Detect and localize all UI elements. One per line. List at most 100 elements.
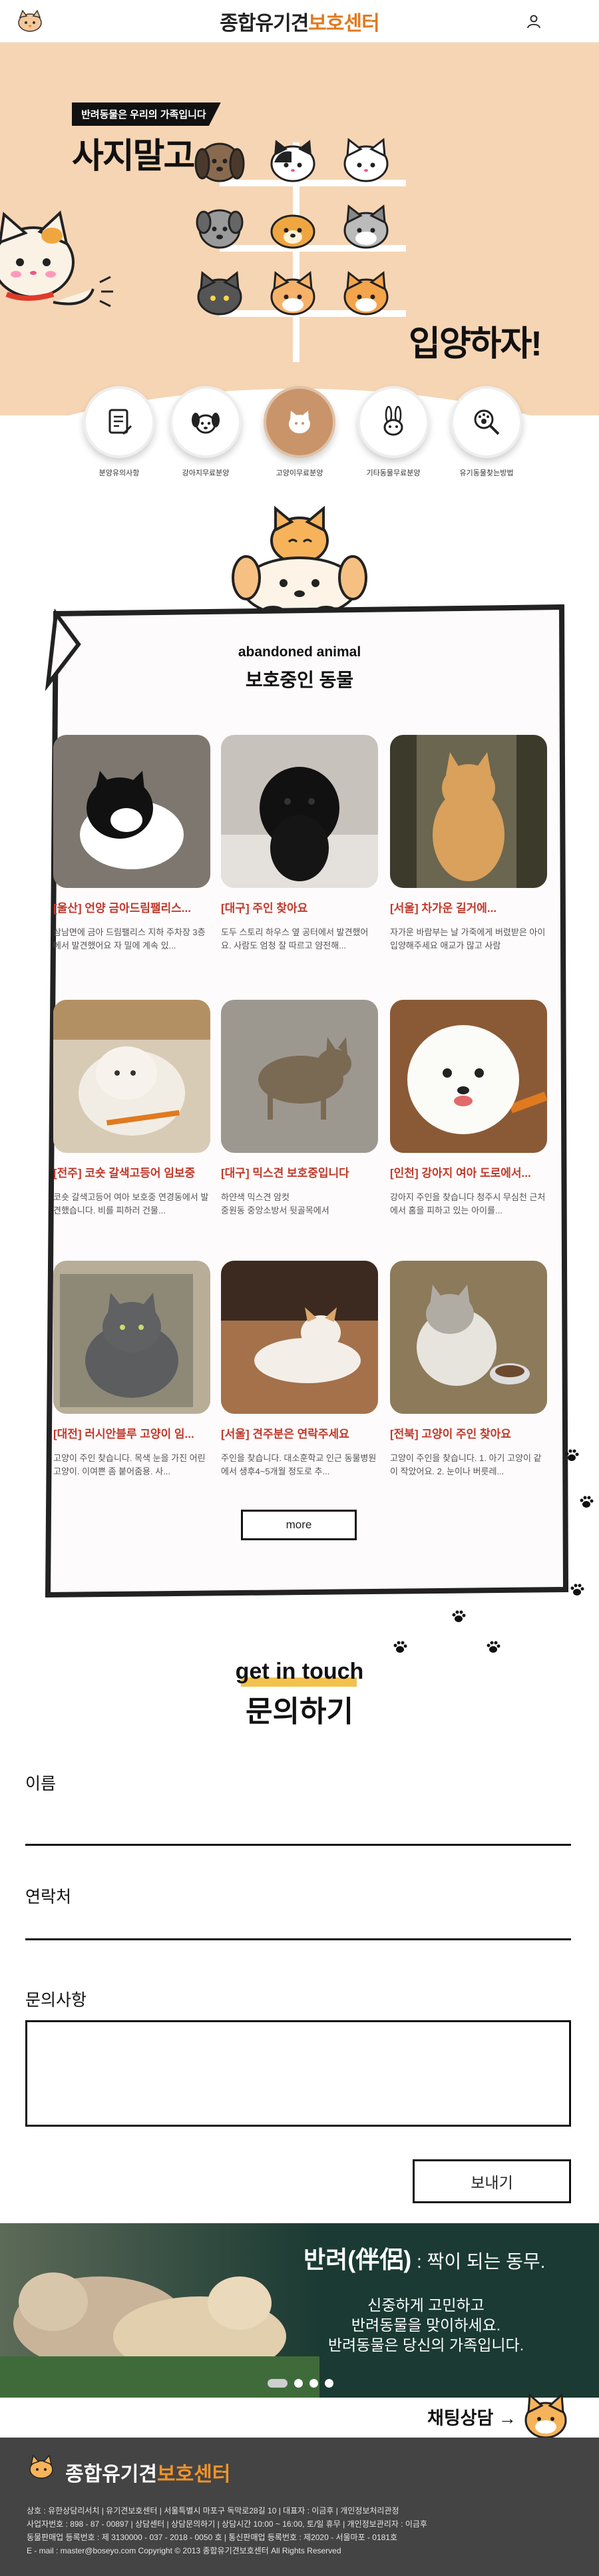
hero-headline-left: 사지말고 bbox=[72, 137, 195, 176]
paw-icon bbox=[570, 1584, 584, 1596]
category-nav: 분양유의사항 강아지무료분양 고양이무료분양 기타동물무료분양 유기동물찾는방법 bbox=[0, 386, 599, 479]
hero-headline-right: 입양하자! bbox=[409, 325, 542, 363]
paw-icon bbox=[452, 1610, 466, 1622]
animal-photo bbox=[390, 1261, 547, 1414]
category-item-find[interactable]: 유기동물찾는방법 bbox=[447, 386, 526, 478]
pet-faces-illustration bbox=[194, 138, 389, 316]
category-label: 분양유의사항 bbox=[99, 469, 140, 477]
category-circle bbox=[357, 386, 429, 458]
category-circle bbox=[170, 386, 242, 458]
slide-dot[interactable] bbox=[309, 2379, 318, 2388]
category-item-notice[interactable]: 분양유의사항 bbox=[80, 386, 158, 478]
category-item-other[interactable]: 기타동물무료분양 bbox=[354, 386, 433, 478]
card-title: [인천] 강아지 여아 도로에서... bbox=[390, 1167, 531, 1180]
name-label: 이름 bbox=[25, 1775, 57, 1793]
paw-icon bbox=[487, 1641, 500, 1653]
card-desc: 주인을 찾습니다. 대소훈학교 인근 동물병원에서 생후4~5개월 정도로 추.… bbox=[221, 1453, 377, 1476]
cat-mascot-illustration bbox=[0, 210, 113, 308]
phone-field[interactable] bbox=[25, 1938, 571, 1940]
card-title: [서울] 견주분은 연락주세요 bbox=[221, 1428, 349, 1440]
user-icon[interactable] bbox=[526, 13, 542, 29]
animal-card[interactable]: [전북] 고양이 주인 찾아요 고양이 주인을 찾습니다. 1. 아기 고양이 … bbox=[390, 1261, 547, 1478]
card-desc: 고양이 주인을 찾습니다. 1. 아기 고양이 같이 작았어요. 2. 눈이나 … bbox=[390, 1453, 542, 1476]
card-title: [대구] 믹스견 보호중입니다 bbox=[221, 1167, 349, 1180]
card-desc: 자가운 바람부는 날 가죽에게 버렸받은 아이 입양해주세요 애교가 많고 사람 bbox=[390, 927, 546, 951]
card-title: [전북] 고양이 주인 찾아요 bbox=[390, 1428, 511, 1440]
category-circle-active bbox=[264, 386, 335, 458]
site-title-part2: 보호센터 bbox=[308, 11, 379, 35]
banner-title: 반려(伴侶) : 짝이 되는 동무. bbox=[303, 2241, 545, 2275]
animal-photo bbox=[390, 735, 547, 888]
site-title-part1: 종합유기견 bbox=[220, 11, 309, 35]
hero-banner: 반려동물은 우리의 가족입니다 사지말고 입양하자! bbox=[0, 43, 599, 415]
category-circle bbox=[83, 386, 155, 458]
animal-photo bbox=[53, 735, 210, 888]
animal-photo bbox=[221, 735, 378, 888]
card-title: [대구] 주인 찾아요 bbox=[221, 902, 308, 915]
footer-info: 상호 : 유한상담리서치 | 유기견보호센터 | 서울특별시 마포구 독막로28… bbox=[27, 2504, 427, 2557]
animal-card[interactable]: [인천] 강아지 여아 도로에서... 강아지 주인을 찾습니다 청주시 무심천… bbox=[390, 1000, 547, 1217]
animal-photo bbox=[53, 1261, 210, 1414]
category-label: 기타동물무료분양 bbox=[366, 469, 421, 477]
chat-consult-button[interactable]: 채팅상담 → bbox=[427, 2396, 516, 2436]
site-title[interactable]: 종합유기견보호센터 bbox=[220, 7, 379, 36]
cat-chat-icon[interactable] bbox=[518, 2392, 571, 2440]
slide-dot[interactable] bbox=[294, 2379, 303, 2388]
card-desc: 강아지 주인을 찾습니다 청주시 무심천 근처에서 홈을 피하고 있는 아이를.… bbox=[390, 1192, 546, 1215]
slide-dot-active[interactable] bbox=[268, 2379, 288, 2388]
phone-label: 연락처 bbox=[25, 1888, 72, 1906]
category-circle bbox=[451, 386, 522, 458]
footer-line: 상호 : 유한상담리서치 | 유기견보호센터 | 서울특별시 마포구 독막로28… bbox=[27, 2506, 399, 2515]
name-field[interactable] bbox=[25, 1844, 571, 1846]
footer: 종합유기견보호센터 상호 : 유한상담리서치 | 유기견보호센터 | 서울특별시… bbox=[0, 2438, 599, 2576]
animal-photo bbox=[390, 1000, 547, 1153]
slide-indicator bbox=[268, 2379, 333, 2388]
slide-dot[interactable] bbox=[325, 2379, 333, 2388]
category-item-cat[interactable]: 고양이무료분양 bbox=[260, 386, 339, 478]
banner-line: 신중하게 고민하고 bbox=[367, 2296, 485, 2314]
inquiry-label: 문의사항 bbox=[25, 1991, 87, 2010]
animal-card[interactable]: [서울] 차가운 길거에... 자가운 바람부는 날 가죽에게 버렸받은 아이 … bbox=[390, 735, 547, 953]
cat-icon bbox=[289, 411, 310, 433]
banner-title-sub: : 짝이 되는 동무. bbox=[411, 2251, 546, 2272]
paw-icon bbox=[580, 1496, 594, 1508]
document-icon bbox=[108, 409, 132, 435]
cat-logo-icon[interactable] bbox=[15, 9, 45, 33]
card-desc: 삼남면에 금아 드림팰리스 지하 주차장 3층에서 발견했어요 자 밀에 계속 … bbox=[53, 927, 206, 951]
animal-card[interactable]: [울산] 언양 금아드림팰리스... 삼남면에 금아 드림팰리스 지하 주차장 … bbox=[53, 735, 210, 953]
peeking-pets-illustration bbox=[232, 505, 367, 619]
more-button[interactable]: more bbox=[241, 1510, 357, 1540]
contact-title-en: get in touch bbox=[235, 1659, 364, 1684]
promo-banner: 반려(伴侶) : 짝이 되는 동무. 신중하게 고민하고 반려동물을 맞이하세요… bbox=[0, 2223, 599, 2398]
animal-card[interactable]: [대구] 믹스견 보호중입니다 하얀색 믹스견 암컷 중원동 중앙소방서 뒷골목… bbox=[221, 1000, 378, 1217]
dog-icon bbox=[192, 413, 220, 434]
card-title: [대전] 러시안블루 고양이 임... bbox=[53, 1428, 194, 1440]
pets-photo bbox=[0, 2223, 319, 2398]
footer-title-part2: 보호센터 bbox=[157, 2464, 231, 2485]
paw-icon bbox=[565, 1449, 579, 1461]
card-title: [서울] 차가운 길거에... bbox=[390, 902, 497, 915]
category-label: 유기동물찾는방법 bbox=[459, 469, 514, 477]
footer-title-part1: 종합유기견 bbox=[65, 2464, 157, 2485]
animal-card[interactable]: [전주] 코숏 갈색고등어 임보중 코숏 갈색고등어 여아 보호중 연경동에서 … bbox=[53, 1000, 210, 1217]
animal-photo bbox=[221, 1261, 378, 1414]
paw-icon bbox=[393, 1641, 407, 1653]
animal-card[interactable]: [서울] 견주분은 연락주세요 주인을 찾습니다. 대소훈학교 인근 동물병원에… bbox=[221, 1261, 378, 1478]
animal-card[interactable]: [대구] 주인 찾아요 도두 스토리 하우스 옆 공터에서 발견했어요. 사람도… bbox=[221, 735, 378, 953]
banner-line: 반려동물은 당신의 가족입니다. bbox=[327, 2336, 524, 2354]
board-title-ko: 보호중인 동물 bbox=[245, 670, 354, 690]
animal-photo bbox=[53, 1000, 210, 1153]
send-button[interactable]: 보내기 bbox=[413, 2159, 571, 2203]
category-item-dog[interactable]: 강아지무료분양 bbox=[166, 386, 245, 478]
banner-line: 반려동물을 맞이하세요. bbox=[351, 2316, 501, 2334]
footer-line: 사업자번호 : 898 - 87 - 00897 | 상담센터 | 상담문의하기… bbox=[27, 2519, 427, 2529]
animal-card[interactable]: [대전] 러시안블루 고양이 임... 고양이 주인 찾습니다. 목색 눈을 가… bbox=[53, 1261, 210, 1478]
card-title: [전주] 코숏 갈색고등어 임보중 bbox=[53, 1167, 196, 1180]
footer-line: E - mail : master@boseyo.com Copyright ©… bbox=[27, 2546, 341, 2555]
card-desc: 고양이 주인 찾습니다. 목색 눈을 가진 어린 고양이. 이여쁜 좀 붙어줌용… bbox=[53, 1453, 206, 1476]
magnifier-paw-icon bbox=[474, 409, 500, 435]
banner-text: 신중하게 고민하고 반려동물을 맞이하세요. 반려동물은 당신의 가족입니다. bbox=[313, 2295, 539, 2355]
inquiry-textarea[interactable] bbox=[25, 2020, 571, 2127]
page: 종합유기견보호센터 반려동물은 우리의 가족입니다 사지말고 입양하자! 분양유… bbox=[0, 0, 599, 2576]
banner-title-main: 반려(伴侶) bbox=[303, 2246, 412, 2273]
